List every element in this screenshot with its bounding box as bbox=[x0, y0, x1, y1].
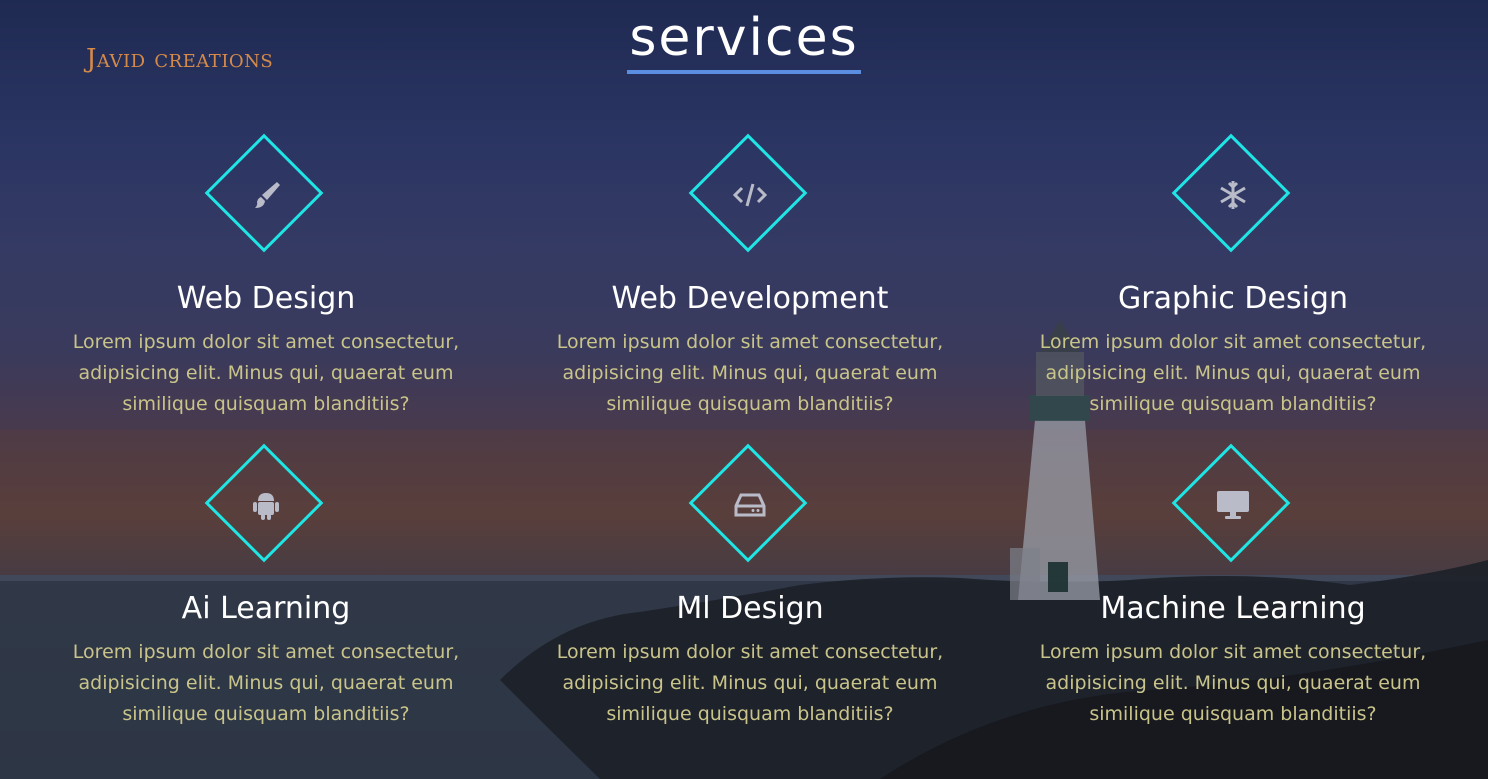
service-title: Machine Learning bbox=[1100, 591, 1366, 626]
service-icon-frame bbox=[688, 133, 812, 257]
service-icon-frame bbox=[688, 443, 812, 567]
service-description: Lorem ipsum dolor sit amet consectetur, … bbox=[72, 641, 460, 725]
paint-brush-icon bbox=[204, 133, 328, 257]
service-icon-frame bbox=[1171, 133, 1295, 257]
service-title: Ml Design bbox=[676, 591, 824, 626]
service-title: Ai Learning bbox=[181, 591, 351, 626]
service-title: Web Design bbox=[176, 281, 356, 316]
desktop-icon bbox=[1171, 443, 1295, 567]
service-icon-frame bbox=[204, 133, 328, 257]
snowflake-icon bbox=[1171, 133, 1295, 257]
service-card-graphic-design: Graphic Design Lorem ipsum dolor sit ame… bbox=[1013, 133, 1453, 420]
service-description: Lorem ipsum dolor sit amet consectetur, … bbox=[1039, 331, 1427, 415]
code-icon bbox=[688, 133, 812, 257]
service-description: Lorem ipsum dolor sit amet consectetur, … bbox=[556, 641, 944, 725]
service-icon-frame bbox=[1171, 443, 1295, 567]
service-title: Web Development bbox=[611, 281, 889, 316]
services-grid: Web Design Lorem ipsum dolor sit amet co… bbox=[0, 0, 1488, 779]
service-card-ai-learning: Ai Learning Lorem ipsum dolor sit amet c… bbox=[46, 443, 486, 730]
service-card-machine-learning: Machine Learning Lorem ipsum dolor sit a… bbox=[1013, 443, 1453, 730]
service-description: Lorem ipsum dolor sit amet consectetur, … bbox=[72, 331, 460, 415]
service-card-web-design: Web Design Lorem ipsum dolor sit amet co… bbox=[46, 133, 486, 420]
android-icon bbox=[204, 443, 328, 567]
service-icon-frame bbox=[204, 443, 328, 567]
service-card-web-development: Web Development Lorem ipsum dolor sit am… bbox=[530, 133, 970, 420]
service-card-ml-design: Ml Design Lorem ipsum dolor sit amet con… bbox=[530, 443, 970, 730]
hard-drive-icon bbox=[688, 443, 812, 567]
service-description: Lorem ipsum dolor sit amet consectetur, … bbox=[1039, 641, 1427, 725]
service-title: Graphic Design bbox=[1118, 281, 1348, 316]
service-description: Lorem ipsum dolor sit amet consectetur, … bbox=[556, 331, 944, 415]
